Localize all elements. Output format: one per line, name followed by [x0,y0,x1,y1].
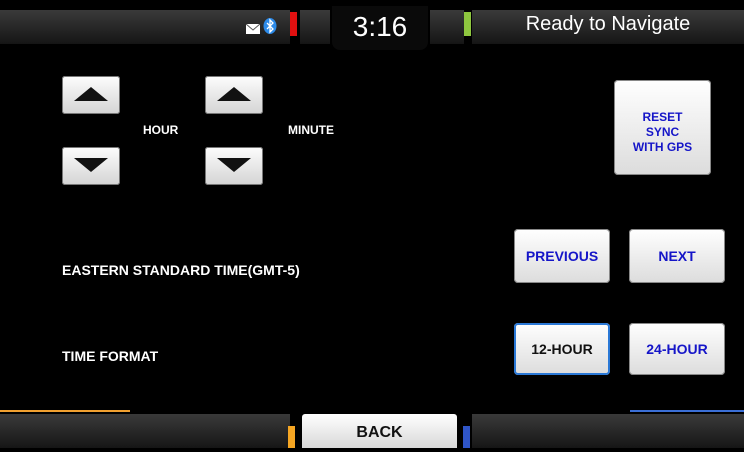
time-format-label: TIME FORMAT [62,348,159,364]
chevron-down-icon [217,158,251,172]
navigation-status-text: Ready to Navigate [525,13,691,35]
minute-down-button[interactable] [205,147,263,185]
status-bar-mid-right [430,10,464,44]
chevron-up-icon [74,87,108,101]
previous-time-zone-button[interactable]: PREVIOUS [514,229,610,283]
hour-up-button[interactable] [62,76,120,114]
reset-sync-gps-button[interactable]: RESET SYNC WITH GPS [614,80,711,175]
minute-up-button[interactable] [205,76,263,114]
bottom-accent-blue [630,410,744,412]
clock-display: 3:16 [332,6,428,50]
reset-sync-line-1: RESET [642,110,683,124]
time-zone-label: EASTERN STANDARD TIME(GMT-5) [62,262,300,278]
bluetooth-icon [263,18,277,34]
back-button[interactable]: BACK [302,414,457,448]
mail-icon [245,21,261,34]
next-time-zone-button[interactable]: NEXT [629,229,725,283]
bottom-stripe-blue [463,426,470,448]
status-stripe-red [290,12,297,36]
hour-label: HOUR [143,123,179,137]
reset-sync-line-2: SYNC [645,125,680,139]
12-hour-format-button[interactable]: 12-HOUR [514,323,610,375]
24-hour-format-button[interactable]: 24-HOUR [629,323,725,375]
bottom-bar-right [472,414,744,448]
reset-sync-line-3: WITH GPS [632,140,693,154]
status-stripe-green [464,12,471,36]
bottom-accent-orange [0,410,130,412]
minute-label: MINUTE [288,123,334,137]
chevron-down-icon [74,158,108,172]
status-bar-mid [300,10,330,44]
chevron-up-icon [217,87,251,101]
bottom-bar-left [0,414,290,448]
hour-down-button[interactable] [62,147,120,185]
bottom-stripe-orange [288,426,295,448]
